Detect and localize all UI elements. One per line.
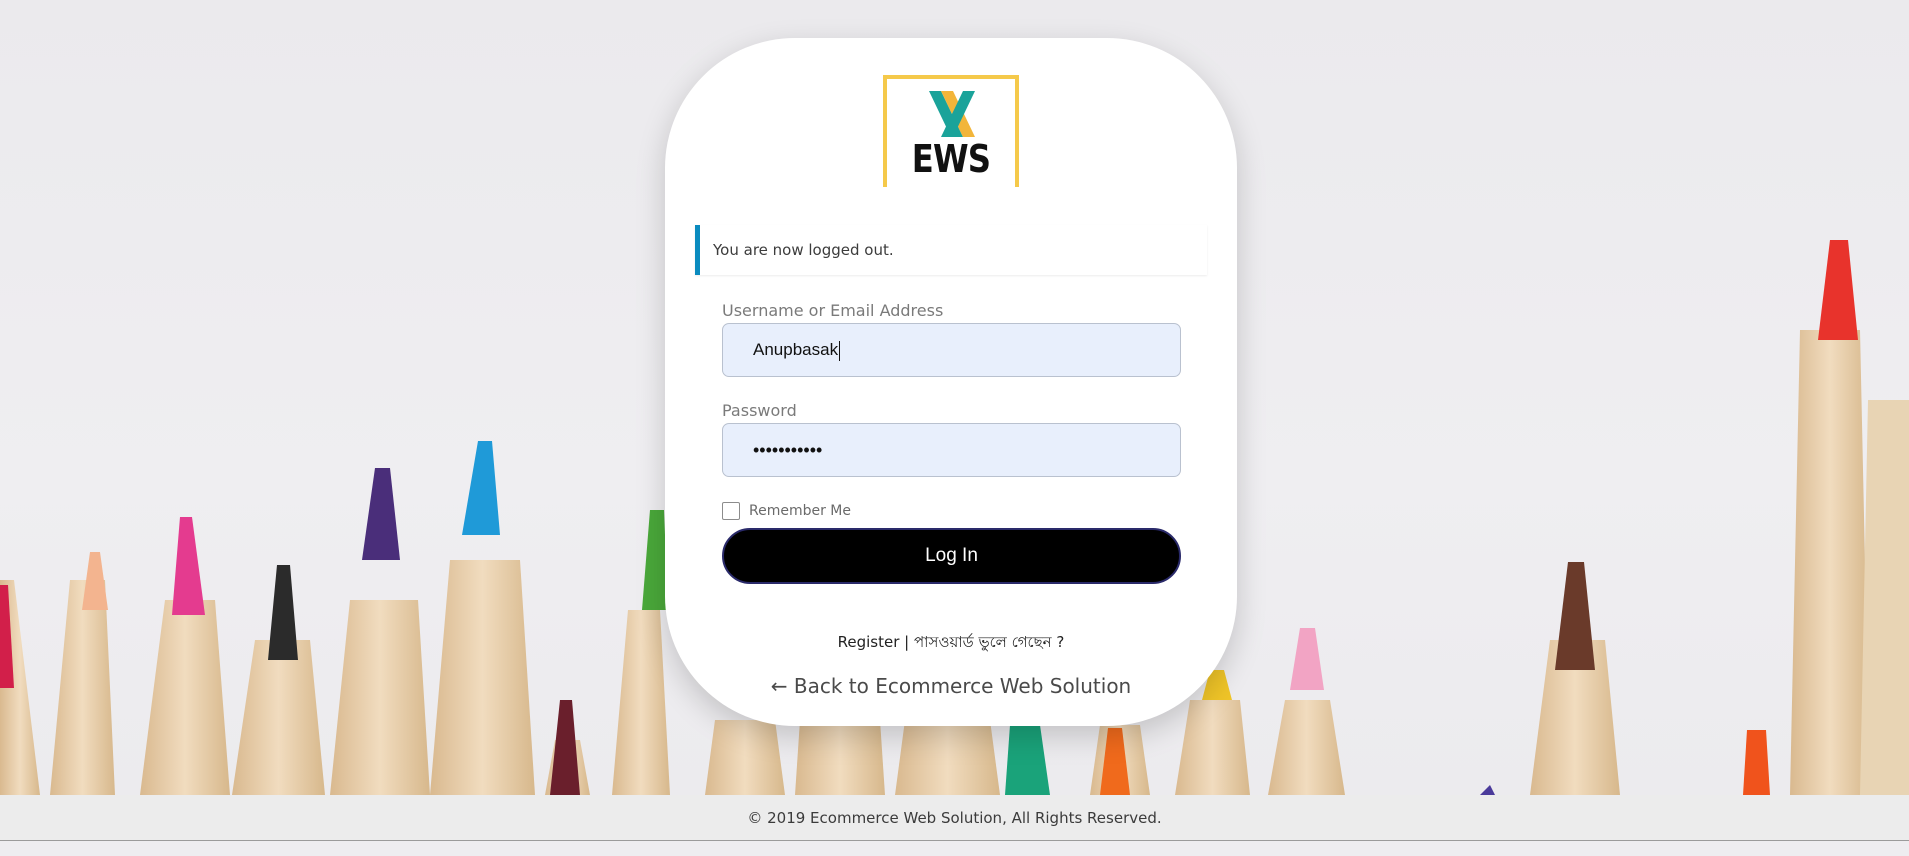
username-input[interactable]: Anupbasak [722,323,1181,377]
username-value: Anupbasak [753,340,839,359]
logout-notice: You are now logged out. [695,225,1207,275]
checkbox-icon[interactable] [722,502,740,520]
forgot-password-link[interactable]: পাসওয়ার্ড ভুলে গেছেন ? [914,633,1064,651]
login-card: EWS You are now logged out. Username or … [665,38,1237,726]
account-links: Register | পাসওয়ার্ড ভুলে গেছেন ? [665,631,1237,656]
remember-me[interactable]: Remember Me [722,501,851,521]
footer-copyright: © 2019 Ecommerce Web Solution, All Right… [0,795,1909,841]
login-button[interactable]: Log In [722,528,1181,584]
remember-me-label: Remember Me [749,503,851,519]
back-to-site-link[interactable]: ← Back to Ecommerce Web Solution [665,674,1237,698]
logo-icon: EWS [883,75,1019,187]
password-label: Password [722,401,797,420]
register-link[interactable]: Register [838,633,900,651]
username-label: Username or Email Address [722,301,944,320]
text-caret [839,340,841,361]
password-value: ••••••••••• [753,440,823,460]
links-separator: | [899,633,914,651]
password-input[interactable]: ••••••••••• [722,423,1181,477]
logo-text: EWS [911,137,991,181]
